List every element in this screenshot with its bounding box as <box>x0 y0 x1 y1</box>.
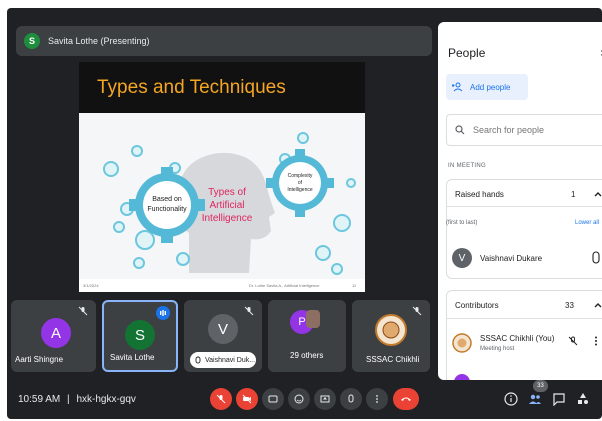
presenter-name: Savita Lothe (Presenting) <box>48 36 150 46</box>
tile-sssac-chikhli[interactable]: SSSAC Chikhli <box>352 300 430 372</box>
search-icon <box>455 125 465 135</box>
add-person-icon <box>452 82 463 92</box>
meet-window: S Savita Lothe (Presenting) Types and Te… <box>7 8 602 419</box>
add-people-label: Add people <box>470 82 511 92</box>
tile-vaishnavi-dukare[interactable]: V Vaishnavi Duk... <box>184 300 262 372</box>
search-box[interactable] <box>446 114 602 146</box>
activities-icon[interactable] <box>576 392 590 406</box>
host-role: Meeting host <box>480 346 515 352</box>
raised-hand-name-pill: Vaishnavi Duk... <box>190 352 256 368</box>
hand-icon <box>195 356 201 364</box>
slide-footer: 3/1/2024 Dr. Lothe Savita A., Artificial… <box>79 279 365 292</box>
tile-name: Savita Lothe <box>110 353 155 362</box>
mic-toggle-button[interactable] <box>210 388 232 410</box>
leave-call-button[interactable] <box>393 388 419 410</box>
slide-title: Types and Techniques <box>97 77 286 98</box>
present-icon <box>320 395 330 403</box>
host-name: SSSAC Chikhli (You) <box>480 334 555 343</box>
camera-toggle-button[interactable] <box>236 388 258 410</box>
hand-icon <box>592 251 600 264</box>
tile-name: Aarti Shingne <box>15 355 64 364</box>
chevron-up-icon <box>594 303 602 308</box>
people-icon[interactable] <box>528 392 542 406</box>
divider <box>446 318 602 319</box>
present-now-button[interactable] <box>314 388 336 410</box>
raise-hand-button[interactable] <box>340 388 362 410</box>
search-input[interactable] <box>473 125 593 135</box>
captions-button[interactable] <box>262 388 284 410</box>
more-vert-icon <box>376 395 378 403</box>
center-label-2: Artificial <box>209 200 244 211</box>
meeting-time: 10:59 AM <box>18 394 61 405</box>
in-meeting-label: IN MEETING <box>448 163 487 169</box>
avatar: V <box>208 314 238 344</box>
tile-aarti-shingne[interactable]: A Aarti Shingne <box>11 300 96 372</box>
contributors-count: 33 <box>565 301 574 310</box>
center-label-1: Types of <box>208 187 246 198</box>
tile-savita-lothe[interactable]: S Savita Lothe <box>102 300 178 372</box>
people-count-badge: 33 <box>533 380 548 392</box>
bottom-control-bar: 10:59 AM | hxk-hgkx-gqv 33 <box>7 380 602 419</box>
raised-person-name: Vaishnavi Dukare <box>480 254 543 263</box>
phone-hangup-icon <box>401 397 411 401</box>
meeting-details-icon[interactable] <box>504 392 518 406</box>
left-gear-label-2: Functionality <box>147 206 187 213</box>
right-gear-label-3: Intelligence <box>287 187 313 193</box>
mic-off-icon <box>244 306 254 316</box>
avatar: S <box>125 320 155 350</box>
add-people-button[interactable]: Add people <box>446 74 528 100</box>
tile-name: 29 others <box>290 351 324 360</box>
avatar: A <box>41 318 71 348</box>
emoji-icon <box>294 394 304 404</box>
mic-off-icon <box>78 306 88 316</box>
slide-footer-date: 3/1/2024 <box>83 283 99 288</box>
mic-off-icon <box>216 394 226 404</box>
college-logo-icon <box>452 333 472 353</box>
avatar: V <box>452 248 472 268</box>
contributors-header[interactable]: Contributors 33 <box>447 291 602 319</box>
college-logo-icon <box>375 314 407 346</box>
slide-header: Types and Techniques <box>79 62 365 113</box>
presenter-avatar: S <box>24 33 40 49</box>
people-panel: People × Add people IN MEETING Raised ha… <box>438 22 602 380</box>
meeting-info: 10:59 AM | hxk-hgkx-gqv <box>18 394 136 405</box>
right-gear-label-2: of <box>298 180 303 186</box>
raised-hands-count: 1 <box>571 190 576 199</box>
more-options-button[interactable] <box>366 388 388 410</box>
slide-diagram: Based on Functionality Types of Artifici… <box>79 113 365 279</box>
emoji-reaction-button[interactable] <box>288 388 310 410</box>
captions-icon <box>268 395 278 403</box>
lower-all-button[interactable]: Lower all <box>575 220 599 226</box>
contributors-title: Contributors <box>455 301 499 310</box>
raised-hands-header[interactable]: Raised hands 1 <box>447 180 602 208</box>
ai-types-diagram: Based on Functionality Types of Artifici… <box>103 132 356 275</box>
raised-hands-title: Raised hands <box>455 190 504 199</box>
speaking-indicator-icon <box>156 306 170 320</box>
camera-off-icon <box>242 394 252 404</box>
panel-title: People <box>448 46 486 60</box>
meeting-code: hxk-hgkx-gqv <box>76 394 136 405</box>
right-gear-label-1: Complexity <box>288 173 313 179</box>
more-vert-icon[interactable] <box>594 336 598 346</box>
mic-off-icon[interactable] <box>568 336 578 346</box>
chevron-up-icon <box>594 192 602 197</box>
chat-icon[interactable] <box>552 392 566 406</box>
tile-others[interactable]: P 29 others <box>268 300 346 372</box>
mic-off-icon <box>412 306 422 316</box>
left-gear-label-1: Based on <box>152 196 182 203</box>
thumbnail-photo <box>306 310 320 328</box>
divider <box>446 206 602 207</box>
center-label-3: Intelligence <box>202 213 253 224</box>
hand-icon <box>348 394 354 403</box>
separator: | <box>67 394 70 405</box>
order-hint: (first to last) <box>446 220 478 226</box>
shared-slide: Types and Techniques Based on Functional… <box>79 62 365 292</box>
slide-footer-author: Dr. Lothe Savita A., Artificial Intellig… <box>249 283 320 288</box>
slide-footer-page: 11 <box>352 283 357 288</box>
tile-name: SSSAC Chikhli <box>366 355 420 364</box>
presenter-bar: S Savita Lothe (Presenting) <box>16 26 432 56</box>
tile-name: Vaishnavi Duk... <box>205 356 256 364</box>
